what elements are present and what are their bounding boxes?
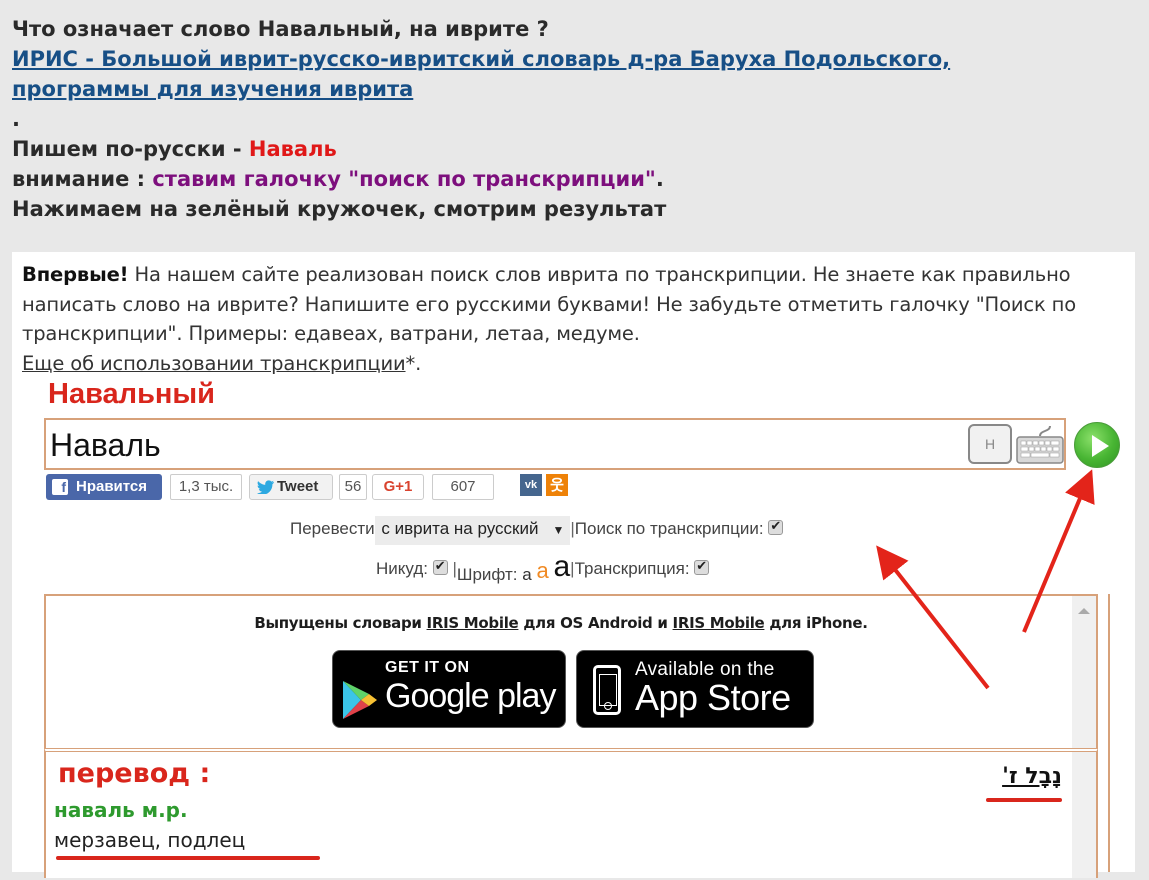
tweet-button[interactable]: Tweet [249, 474, 333, 500]
annotation-word-title: Навальный [48, 378, 216, 410]
app-store-big-text: App Store [635, 677, 791, 718]
direction-selected-value: с иврита на русский [381, 519, 539, 538]
transcription-search-checkbox[interactable] [768, 518, 784, 535]
google-play-small-text: GET IT ON [385, 659, 470, 676]
translation-result: перевод : наваль м.р. мерзавец, подлец נ… [44, 748, 1098, 878]
mobile-apps-banner: Выпущены словари IRIS Mobile для OS Andr… [44, 594, 1098, 754]
display-options-row: Никуд: |Шрифт: a a a|Транскрипция: [376, 548, 710, 584]
dictionary-panel: Впервые! На нашем сайте реализован поиск… [12, 252, 1135, 878]
mobile-apps-text: Выпущены словари IRIS Mobile для OS Andr… [46, 614, 1076, 632]
nikud-checkbox[interactable] [432, 558, 448, 575]
search-input[interactable] [48, 424, 952, 466]
tweet-count: 56 [339, 474, 367, 500]
step-click-green: Нажимаем на зелёный кружочек, смотрим ре… [12, 197, 667, 221]
result-scrollbar[interactable] [1072, 752, 1096, 878]
iphone-icon [593, 665, 621, 715]
odnoklassniki-icon: 웃 [550, 476, 564, 494]
transcription-search-label: Поиск по транскрипции: [574, 519, 764, 538]
facebook-like-button[interactable]: f Нравится [46, 474, 162, 500]
step2-suffix: . [655, 167, 664, 191]
hebrew-red-underline [986, 798, 1062, 802]
question-heading: Что означает слово Навальный, на иврите … [12, 17, 549, 41]
transcription-help-link[interactable]: Еще об использовании транскрипции [22, 352, 406, 375]
translate-label: Перевести [290, 519, 375, 538]
font-label: Шрифт: [456, 565, 518, 584]
instructions-header: Что означает слово Навальный, на иврите … [12, 14, 1142, 224]
keyboard-icon[interactable] [1016, 426, 1064, 464]
odnoklassniki-share-button[interactable]: 웃 [546, 474, 568, 496]
step-check-transcription: внимание : ставим галочку "поиск по тран… [12, 164, 1142, 194]
nikud-label: Никуд: [376, 559, 428, 578]
facebook-like-label: Нравится [76, 478, 148, 495]
result-word: наваль м.р. [54, 798, 188, 822]
translate-options-row: Перевести с иврита на русский ▼ |Поиск по … [290, 516, 784, 546]
step-write-russian: Пишем по-русски - Наваль [12, 134, 1142, 164]
app-store-badge[interactable]: Available on the App Store [576, 650, 814, 728]
intro-body: На нашем сайте реализован поиск слов ивр… [22, 263, 1076, 345]
dropdown-arrow-icon: ▼ [552, 523, 565, 537]
ad-scrollbar[interactable] [1072, 596, 1096, 752]
iris-mobile-android-link[interactable]: IRIS Mobile [427, 614, 519, 632]
transcription-label: Транскрипция: [574, 559, 690, 578]
google-plus-button[interactable]: G+1 [372, 474, 424, 500]
twitter-bird-icon [257, 480, 274, 494]
result-hebrew-word: נָבָל ז' [1002, 764, 1062, 789]
translation-red-underline [56, 856, 320, 860]
frame-border [1108, 594, 1110, 872]
google-play-icon [343, 681, 377, 719]
search-box: Н [44, 418, 1066, 470]
iris-mobile-iphone-link[interactable]: IRIS Mobile [673, 614, 765, 632]
direction-select[interactable]: с иврита на русский ▼ [375, 516, 571, 545]
ad-text-prefix: Выпущены словари [254, 614, 427, 632]
step2-highlight: ставим галочку "поиск по транскрипции" [152, 167, 656, 191]
font-size-large[interactable]: a [553, 550, 570, 583]
facebook-icon: f [52, 479, 68, 495]
ad-text-suffix: для iPhone. [764, 614, 868, 632]
step1-word: Наваль [248, 137, 337, 161]
iris-programs-link[interactable]: программы для изучения иврита [12, 77, 413, 101]
result-title: перевод : [58, 758, 211, 789]
iris-dictionary-link[interactable]: ИРИС - Большой иврит-русско-ивритский сл… [12, 47, 950, 71]
transcription-checkbox[interactable] [694, 558, 710, 575]
hebrew-key-button[interactable]: Н [968, 424, 1012, 464]
font-size-small[interactable]: a [522, 565, 531, 584]
google-plus-count: 607 [432, 474, 494, 500]
result-translation: мерзавец, подлец [54, 828, 246, 852]
font-size-medium[interactable]: a [536, 558, 548, 583]
intro-text: Впервые! На нашем сайте реализован поиск… [22, 260, 1132, 378]
vk-share-button[interactable]: vk [520, 474, 542, 496]
ad-text-mid: для OS Android и [518, 614, 673, 632]
step2-prefix: внимание : [12, 167, 153, 191]
google-play-big-text: Google play [385, 677, 556, 715]
google-play-badge[interactable]: GET IT ON Google play [332, 650, 566, 728]
facebook-like-count: 1,3 тыс. [170, 474, 242, 500]
search-go-button[interactable] [1074, 422, 1120, 468]
intro-bold: Впервые! [22, 263, 129, 286]
step1-prefix: Пишем по-русски - [12, 137, 249, 161]
tweet-label: Tweet [277, 478, 319, 495]
dot-separator: . [12, 107, 20, 131]
intro-link-suffix: *. [405, 351, 422, 375]
